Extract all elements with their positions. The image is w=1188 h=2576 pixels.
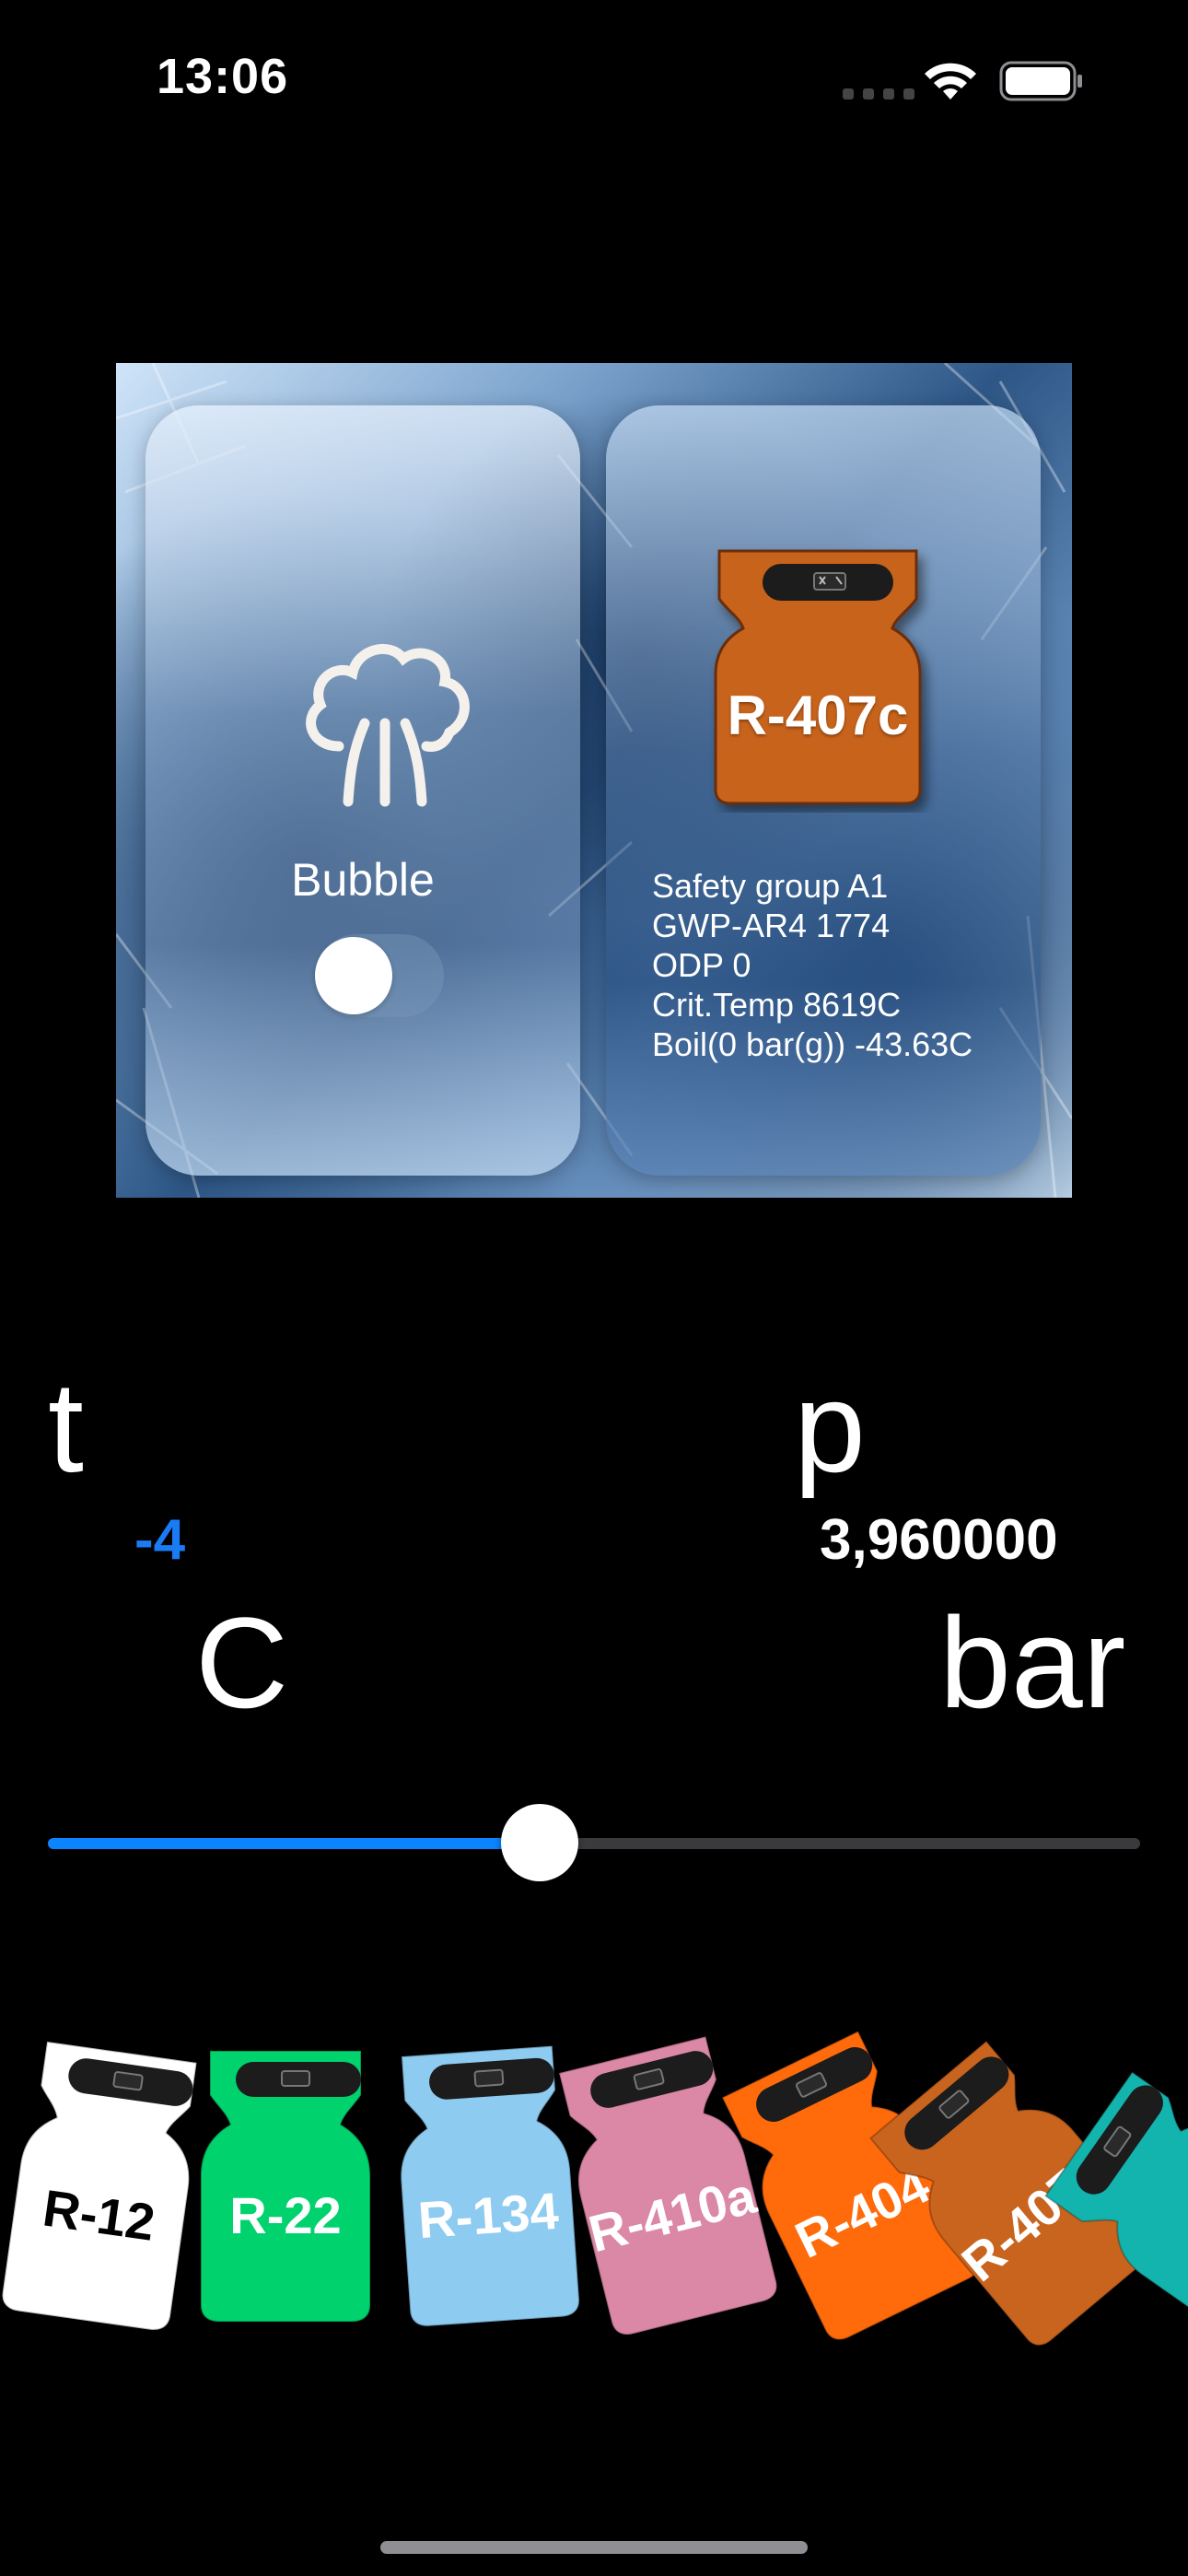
temperature-slider-fill [48, 1838, 540, 1849]
selected-refrigerant-cylinder: R-407c [698, 536, 938, 817]
bubble-dew-toggle[interactable] [315, 934, 444, 1017]
temperature-value: -4 [134, 1508, 186, 1572]
selected-refrigerant-name: R-407c [727, 685, 909, 746]
refrigerant-info-panel: Bubble R-407c Safety group A1 GWP-AR4 17 [116, 363, 1072, 1198]
battery-icon [999, 61, 1084, 106]
refrigerant-picker[interactable]: R-12 R-22 R-134 R-410a R-404 R-407c [0, 2027, 1188, 2377]
temperature-unit[interactable]: C [195, 1588, 288, 1738]
pressure-value: 3,960000 [820, 1508, 1058, 1572]
pressure-unit[interactable]: bar [939, 1588, 1125, 1738]
status-time: 13:06 [157, 49, 289, 104]
safety-group-text: Safety group A1 [652, 867, 889, 905]
refrigerant-properties: Safety group A1 GWP-AR4 1774 ODP 0 Crit.… [652, 866, 973, 1064]
steam-cloud-icon [306, 643, 470, 807]
toggle-knob [315, 937, 392, 1014]
odp-text: ODP 0 [652, 946, 751, 984]
boil-point-text: Boil(0 bar(g)) -43.63C [652, 1025, 973, 1063]
cellular-signal-icon [843, 88, 914, 100]
temperature-slider-thumb[interactable] [500, 1804, 578, 1881]
wifi-icon [921, 57, 980, 106]
pressure-label: p [794, 1354, 866, 1499]
crit-temp-text: Crit.Temp 8619C [652, 986, 902, 1024]
bubble-card: Bubble [146, 405, 580, 1176]
bubble-label: Bubble [291, 854, 435, 906]
gwp-text: GWP-AR4 1774 [652, 907, 891, 944]
refrigerant-cylinder-label: R-22 [229, 2186, 342, 2244]
home-indicator [380, 2541, 808, 2554]
refrigerant-cylinder-r-22[interactable]: R-22 [182, 2047, 389, 2324]
temperature-label: t [48, 1354, 84, 1499]
refrigerant-details-card: R-407c Safety group A1 GWP-AR4 1774 ODP … [606, 405, 1041, 1176]
